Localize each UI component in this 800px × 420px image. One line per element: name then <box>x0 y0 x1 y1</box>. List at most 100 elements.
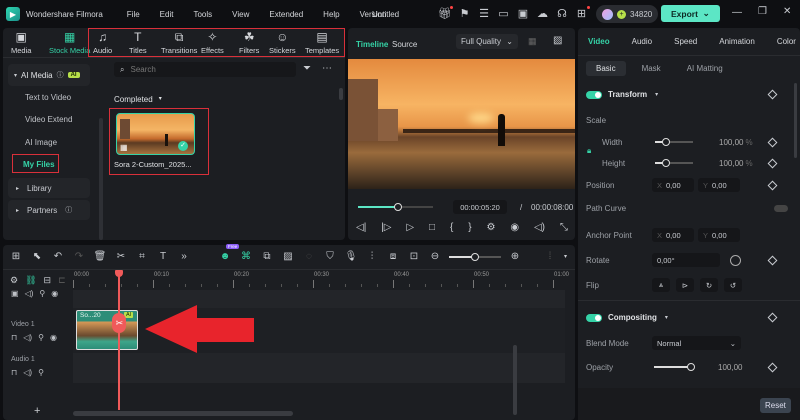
rotate-input[interactable]: 0,00° <box>652 253 720 267</box>
lock-icon[interactable]: ⊓ <box>11 368 17 377</box>
tab-media[interactable]: ▣ Media <box>11 31 31 56</box>
help-icon[interactable]: ⓘ <box>65 205 72 215</box>
keyframe-icon[interactable] <box>767 137 778 147</box>
transform-section-header[interactable]: Transform ▾ <box>586 89 792 100</box>
add-track-icon[interactable]: ⊟ <box>44 275 52 286</box>
tab-speed[interactable]: Speed <box>674 37 697 46</box>
width-slider[interactable] <box>655 137 693 147</box>
anchor-y-input[interactable]: Y 0,00 <box>698 228 740 242</box>
previous-frame-icon[interactable]: ◁| <box>356 222 366 233</box>
video-clip[interactable]: So...20 AI <box>76 310 138 350</box>
close-icon[interactable]: ✕ <box>783 6 791 17</box>
cloud-icon[interactable]: ☁ <box>535 6 551 22</box>
shield-icon[interactable]: ⛉ <box>323 251 337 262</box>
width-value[interactable]: 100,00 <box>719 138 743 147</box>
sticker-icon[interactable]: ⧉ <box>260 251 274 262</box>
camera-icon[interactable]: ◉ <box>510 222 519 233</box>
more-options-icon[interactable]: ⋯ <box>322 63 332 74</box>
scissors-icon[interactable]: ✂ <box>112 313 127 333</box>
replace-icon[interactable]: ⧈ <box>386 251 400 262</box>
hide-icon[interactable]: ⚲ <box>38 333 44 342</box>
menu-edit[interactable]: Edit <box>160 10 174 19</box>
keyframe-icon[interactable] <box>767 362 778 372</box>
layout-grid-icon[interactable]: ⊞ <box>9 251 23 262</box>
keyframe-icon[interactable] <box>767 312 778 323</box>
render-settings-icon[interactable]: ⚙ <box>486 222 495 233</box>
rotate-left-icon[interactable]: ↺ <box>724 278 742 292</box>
track-manager-icon[interactable]: ⊏ <box>58 275 66 286</box>
audio-mixer-icon[interactable]: ⫶ <box>365 251 379 262</box>
playhead[interactable]: ✂ <box>112 270 127 410</box>
vertical-scrollbar[interactable] <box>513 345 517 415</box>
select-tool-icon[interactable]: ⬉ <box>30 251 44 262</box>
next-frame-icon[interactable]: |▷ <box>381 222 391 233</box>
megaphone-icon[interactable]: ⚑ <box>457 6 473 22</box>
delete-icon[interactable]: 🗑︎ <box>93 251 107 262</box>
tab-video[interactable]: Video <box>588 37 610 46</box>
keyframe-icon[interactable] <box>767 89 778 100</box>
lock-icon[interactable]: ⚲ <box>39 289 45 298</box>
height-slider[interactable] <box>655 158 693 168</box>
sidebar-library[interactable]: ▸ Library <box>8 178 90 198</box>
anchor-x-input[interactable]: X 0,00 <box>652 228 694 242</box>
track-settings-icon[interactable]: ⚙ <box>10 275 18 286</box>
tab-timeline[interactable]: Timeline <box>356 40 388 49</box>
play-icon[interactable]: ▷ <box>406 222 414 233</box>
mark-out-icon[interactable]: } <box>468 222 471 233</box>
sidebar-item-text-to-video[interactable]: Text to Video <box>3 86 93 109</box>
subtab-ai-matting[interactable]: AI Matting <box>677 61 733 76</box>
properties-scrollbar[interactable] <box>794 83 797 158</box>
video-preview[interactable] <box>348 59 575 189</box>
tab-audio[interactable]: Audio <box>632 37 652 46</box>
help-icon[interactable]: ⓘ <box>57 70 64 80</box>
media-thumbnail[interactable]: ✓ ▦ <box>116 113 195 155</box>
keyframe-icon[interactable] <box>767 255 778 265</box>
lock-ratio-icon[interactable]: 🔒︎ <box>587 146 591 156</box>
undo-icon[interactable]: ↶ <box>51 251 65 262</box>
minimize-icon[interactable]: — <box>732 7 742 18</box>
position-x-input[interactable]: X 0,00 <box>652 178 694 192</box>
avatar[interactable] <box>602 8 613 20</box>
split-scissors-icon[interactable]: ✂ <box>114 251 128 262</box>
zoom-in-icon[interactable]: ⊕ <box>508 251 522 262</box>
mark-in-icon[interactable]: { <box>450 222 453 233</box>
volume-icon[interactable]: ◁) <box>534 222 545 233</box>
snapshot-view-icon[interactable]: ▨ <box>553 35 562 46</box>
eye-icon[interactable]: ◉ <box>51 289 58 298</box>
quality-dropdown[interactable]: Full Quality ⌄ <box>456 34 518 49</box>
opacity-slider[interactable] <box>654 362 695 372</box>
monitor-icon[interactable]: ▭ <box>496 6 512 22</box>
caret-down-icon[interactable]: ▾ <box>564 253 567 260</box>
headset-icon[interactable]: ☊ <box>554 6 570 22</box>
compositing-toggle[interactable] <box>586 313 602 322</box>
flip-vertical-icon[interactable]: ⊳ <box>676 278 694 292</box>
reset-button[interactable]: Reset <box>760 398 791 413</box>
fit-icon[interactable]: ⊡ <box>407 251 421 262</box>
link-icon[interactable]: ⛓ <box>25 275 36 286</box>
more-tools-icon[interactable]: » <box>177 251 191 262</box>
flip-horizontal-icon[interactable]: ⩓ <box>652 278 670 292</box>
mute-icon[interactable]: ◁) <box>23 333 32 342</box>
timeline-ruler[interactable]: 00:00 00:10 00:20 00:30 00:40 00:50 01:00 <box>73 270 569 290</box>
sidebar-ai-media[interactable]: ▾ AI Media ⓘ AI <box>8 64 90 86</box>
ai-copilot-icon[interactable]: ☻ Free <box>218 244 240 262</box>
track-height-icon[interactable]: ⁞ <box>543 251 557 262</box>
current-time[interactable]: 00:00:05:20 <box>453 200 507 214</box>
mute-icon[interactable]: ◁) <box>25 289 34 298</box>
blend-mode-dropdown[interactable]: Normal ⌄ <box>652 336 741 350</box>
sidebar-partners[interactable]: ▸ Partners ⓘ <box>8 200 90 220</box>
ai-tool-icon[interactable]: ⌘ <box>239 251 253 262</box>
zoom-out-icon[interactable]: ⊖ <box>428 251 442 262</box>
tab-stock-media[interactable]: ▦ Stock Media <box>49 31 90 56</box>
sidebar-item-video-extend[interactable]: Video Extend <box>3 109 93 132</box>
menu-file[interactable]: File <box>127 10 140 19</box>
speed-icon[interactable]: ◌ <box>302 251 316 262</box>
subtab-basic[interactable]: Basic <box>586 61 626 76</box>
task-list-icon[interactable]: ☰ <box>476 6 492 22</box>
redo-icon[interactable]: ↷ <box>72 251 86 262</box>
menu-tools[interactable]: Tools <box>193 10 212 19</box>
tab-animation[interactable]: Animation <box>719 37 755 46</box>
timeline-zoom-slider[interactable] <box>449 252 501 262</box>
compositing-section-header[interactable]: Compositing ▾ <box>586 312 792 323</box>
path-curve-toggle[interactable] <box>774 205 788 212</box>
